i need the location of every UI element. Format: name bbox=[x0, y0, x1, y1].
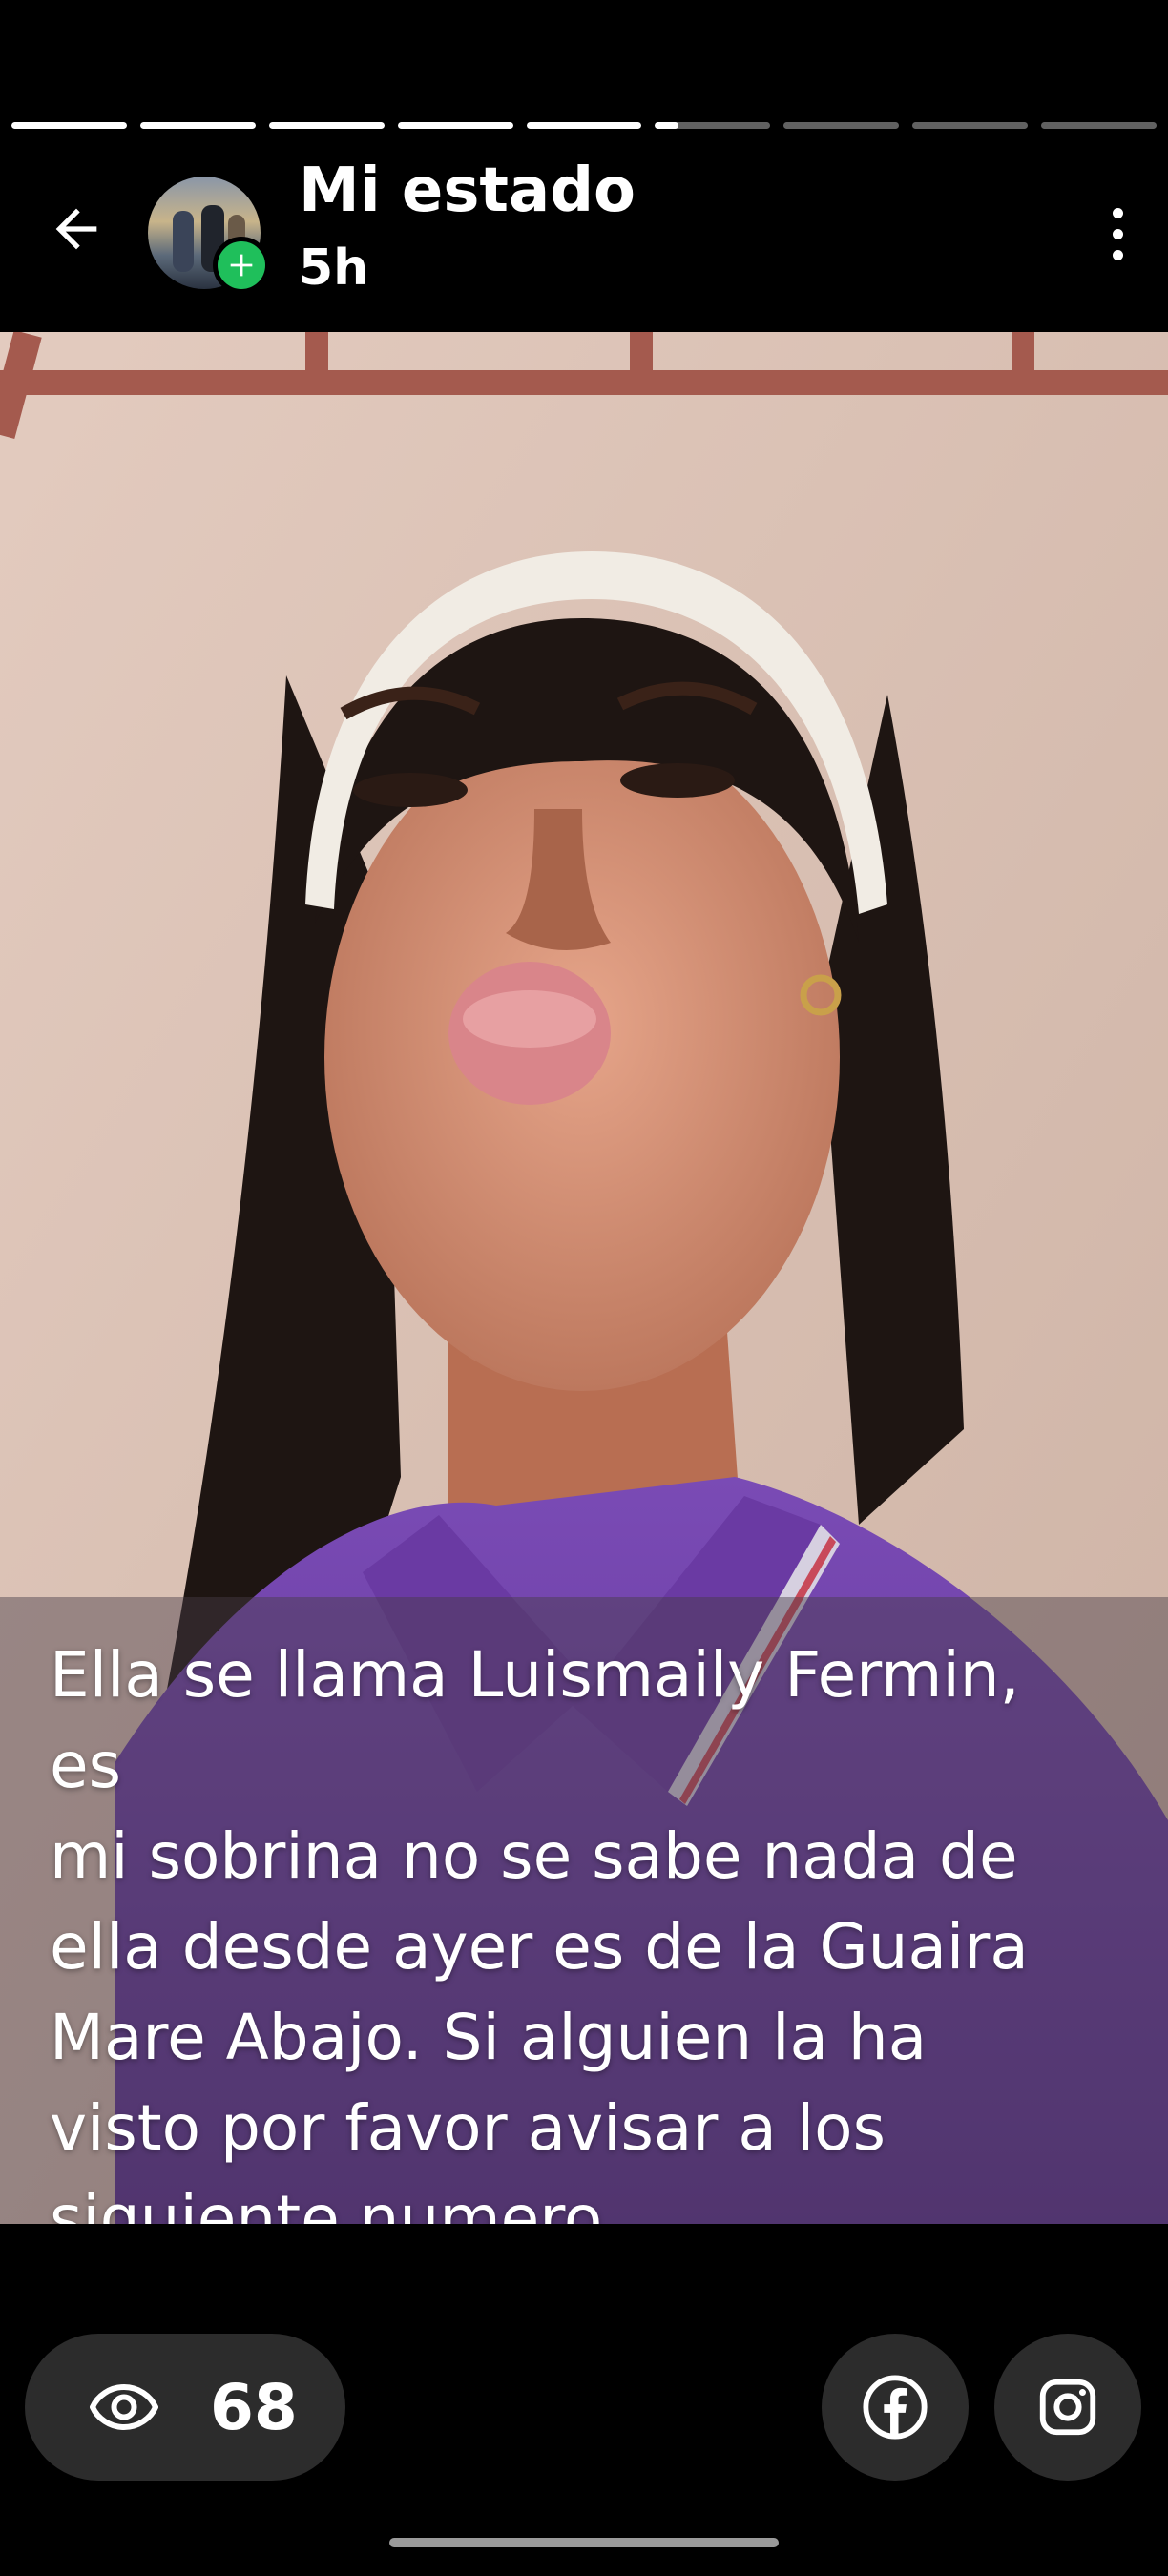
status-time: 5h bbox=[299, 239, 369, 297]
plus-icon bbox=[230, 254, 253, 277]
progress-segment bbox=[526, 122, 642, 129]
eye-icon bbox=[90, 2373, 158, 2441]
progress-segment bbox=[912, 122, 1029, 129]
more-vert-icon bbox=[1112, 207, 1123, 218]
status-caption: Ella se llama Luismaily Fermin, es mi so… bbox=[50, 1638, 1029, 2224]
views-count: 68 bbox=[210, 2370, 298, 2444]
back-button[interactable] bbox=[38, 191, 115, 267]
views-button[interactable]: 68 bbox=[25, 2334, 345, 2481]
progress-segment bbox=[268, 122, 385, 129]
add-status-button[interactable] bbox=[213, 237, 270, 294]
arrow-left-icon bbox=[55, 208, 97, 250]
status-photo: Ella se llama Luismaily Fermin, es mi so… bbox=[0, 332, 1168, 2224]
instagram-icon bbox=[1039, 2379, 1096, 2436]
progress-segment bbox=[397, 122, 513, 129]
facebook-icon bbox=[863, 2375, 928, 2440]
progress-segment bbox=[783, 122, 900, 129]
share-instagram-button[interactable] bbox=[994, 2334, 1141, 2481]
more-options-button[interactable] bbox=[1094, 191, 1141, 277]
progress-segment bbox=[1041, 122, 1158, 129]
progress-segment bbox=[11, 122, 127, 129]
progress-segment bbox=[139, 122, 256, 129]
progress-segment-current bbox=[655, 122, 771, 129]
gesture-nav-bar[interactable] bbox=[389, 2538, 779, 2547]
share-facebook-button[interactable] bbox=[822, 2334, 969, 2481]
status-title: Mi estado bbox=[299, 156, 636, 226]
status-progress-bar bbox=[11, 122, 1158, 129]
status-header: Mi estado 5h bbox=[0, 153, 1168, 324]
